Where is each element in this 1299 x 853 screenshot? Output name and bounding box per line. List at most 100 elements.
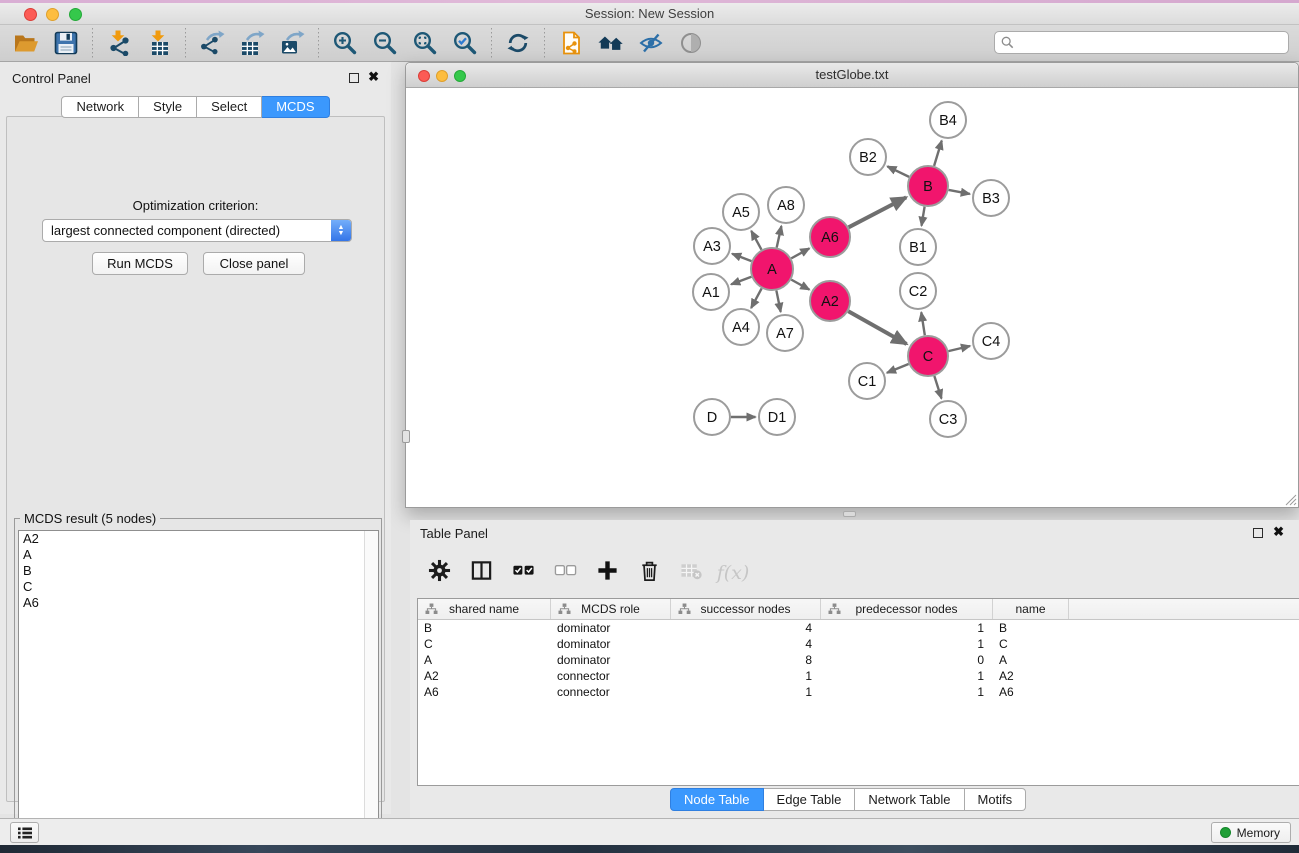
refresh-button[interactable] (498, 27, 538, 59)
edge-A-A6[interactable] (791, 248, 809, 258)
run-mcds-button[interactable]: Run MCDS (92, 252, 188, 275)
close-panel-button[interactable]: Close panel (203, 252, 305, 275)
mcds-result-scrollbar[interactable] (364, 531, 378, 853)
mcds-result-item[interactable]: C (19, 579, 378, 595)
cell-predecessor-nodes[interactable]: 1 (821, 669, 993, 683)
graph-node-A2[interactable]: A2 (810, 281, 850, 321)
graph-node-A3[interactable]: A3 (694, 228, 730, 264)
graph-node-A8[interactable]: A8 (768, 187, 804, 223)
zoom-selected-button[interactable] (445, 27, 485, 59)
app-titlebar[interactable]: Session: New Session (0, 3, 1299, 25)
panel-divider-grip[interactable] (402, 430, 410, 443)
graph-node-D[interactable]: D (694, 399, 730, 435)
cell-name[interactable]: A6 (993, 685, 1069, 699)
tab-edge-table[interactable]: Edge Table (764, 788, 856, 811)
export-image-button[interactable] (272, 27, 312, 59)
edge-A2-C[interactable] (848, 311, 906, 344)
mcds-result-item[interactable]: A6 (19, 595, 378, 611)
edge-B-B4[interactable] (934, 141, 942, 166)
graph-node-B3[interactable]: B3 (973, 180, 1009, 216)
cell-MCDS-role[interactable]: dominator (551, 637, 671, 651)
cell-MCDS-role[interactable]: dominator (551, 621, 671, 635)
graph-node-C[interactable]: C (908, 336, 948, 376)
column-header-predecessor-nodes[interactable]: predecessor nodes (821, 599, 993, 619)
tab-node-table[interactable]: Node Table (670, 788, 764, 811)
cell-name[interactable]: A (993, 653, 1069, 667)
table-row[interactable]: Bdominator41B (418, 620, 1299, 636)
edge-A6-B[interactable] (849, 197, 907, 227)
graph-node-A6[interactable]: A6 (810, 217, 850, 257)
cell-predecessor-nodes[interactable]: 1 (821, 685, 993, 699)
mcds-result-item[interactable]: A2 (19, 531, 378, 547)
edge-A-A4[interactable] (751, 288, 761, 308)
edge-B-B1[interactable] (921, 207, 924, 226)
edge-A-A1[interactable] (731, 277, 751, 285)
cell-predecessor-nodes[interactable]: 1 (821, 637, 993, 651)
show-eye-button[interactable] (671, 27, 711, 59)
edge-C-C2[interactable] (921, 312, 925, 335)
tab-motifs[interactable]: Motifs (965, 788, 1027, 811)
delete-rows-button[interactable] (636, 560, 662, 586)
cell-successor-nodes[interactable]: 1 (671, 669, 821, 683)
graph-node-B2[interactable]: B2 (850, 139, 886, 175)
cell-name[interactable]: A2 (993, 669, 1069, 683)
cell-shared-name[interactable]: C (418, 637, 551, 651)
hide-network-eye-button[interactable] (631, 27, 671, 59)
cell-MCDS-role[interactable]: connector (551, 685, 671, 699)
tab-mcds[interactable]: MCDS (262, 96, 329, 118)
cell-successor-nodes[interactable]: 4 (671, 637, 821, 651)
tab-select[interactable]: Select (197, 96, 262, 118)
network-graph[interactable]: B4B2BB3A8A5A6A3B1AC2A1A2A4A7C4CC1DD1C3 (406, 88, 1298, 507)
graph-node-D1[interactable]: D1 (759, 399, 795, 435)
horizontal-splitter-grip[interactable] (843, 511, 856, 517)
import-network-button[interactable] (99, 27, 139, 59)
graph-node-A5[interactable]: A5 (723, 194, 759, 230)
table-row[interactable]: A6connector11A6 (418, 684, 1299, 700)
edge-C-C3[interactable] (934, 376, 941, 398)
graph-node-C3[interactable]: C3 (930, 401, 966, 437)
graph-node-B[interactable]: B (908, 166, 948, 206)
table-row[interactable]: Adominator80A (418, 652, 1299, 668)
export-network-button[interactable] (192, 27, 232, 59)
tab-network-table[interactable]: Network Table (855, 788, 964, 811)
edge-C-C1[interactable] (887, 364, 909, 373)
zoom-fit-button[interactable] (405, 27, 445, 59)
search-box[interactable] (994, 31, 1289, 54)
cell-successor-nodes[interactable]: 4 (671, 621, 821, 635)
edge-B-B2[interactable] (887, 166, 909, 176)
import-table-button[interactable] (139, 27, 179, 59)
column-header-successor-nodes[interactable]: successor nodes (671, 599, 821, 619)
table-panel-close-icon[interactable]: ✖ (1273, 524, 1284, 540)
graph-node-B1[interactable]: B1 (900, 229, 936, 265)
table-row[interactable]: A2connector11A2 (418, 668, 1299, 684)
cell-shared-name[interactable]: B (418, 621, 551, 635)
edge-A-A7[interactable] (776, 291, 780, 312)
table-row[interactable]: Cdominator41C (418, 636, 1299, 652)
graph-node-A1[interactable]: A1 (693, 274, 729, 310)
edge-B-B3[interactable] (949, 190, 970, 194)
network-window-titlebar[interactable]: testGlobe.txt (406, 63, 1298, 88)
gear-button[interactable] (426, 560, 452, 586)
edge-A-A3[interactable] (732, 254, 751, 261)
mcds-result-item[interactable]: B (19, 563, 378, 579)
cell-successor-nodes[interactable]: 1 (671, 685, 821, 699)
graph-node-A4[interactable]: A4 (723, 309, 759, 345)
cell-MCDS-role[interactable]: dominator (551, 653, 671, 667)
tab-style[interactable]: Style (139, 96, 197, 118)
split-view-button[interactable] (468, 560, 494, 586)
dropdown-stepper-icon[interactable]: ▲▼ (331, 220, 351, 241)
cell-shared-name[interactable]: A2 (418, 669, 551, 683)
column-header-shared-name[interactable]: shared name (418, 599, 551, 619)
search-input[interactable] (1014, 32, 1288, 53)
network-canvas[interactable]: B4B2BB3A8A5A6A3B1AC2A1A2A4A7C4CC1DD1C3 (406, 88, 1298, 507)
graph-node-C1[interactable]: C1 (849, 363, 885, 399)
graph-node-C2[interactable]: C2 (900, 273, 936, 309)
close-panel-icon[interactable]: ✖ (368, 69, 379, 85)
network-document-button[interactable] (551, 27, 591, 59)
tab-network[interactable]: Network (61, 96, 139, 118)
edge-A-A5[interactable] (751, 231, 761, 250)
zoom-out-button[interactable] (365, 27, 405, 59)
cell-shared-name[interactable]: A (418, 653, 551, 667)
mcds-result-item[interactable]: A (19, 547, 378, 563)
graph-node-A[interactable]: A (751, 248, 793, 290)
